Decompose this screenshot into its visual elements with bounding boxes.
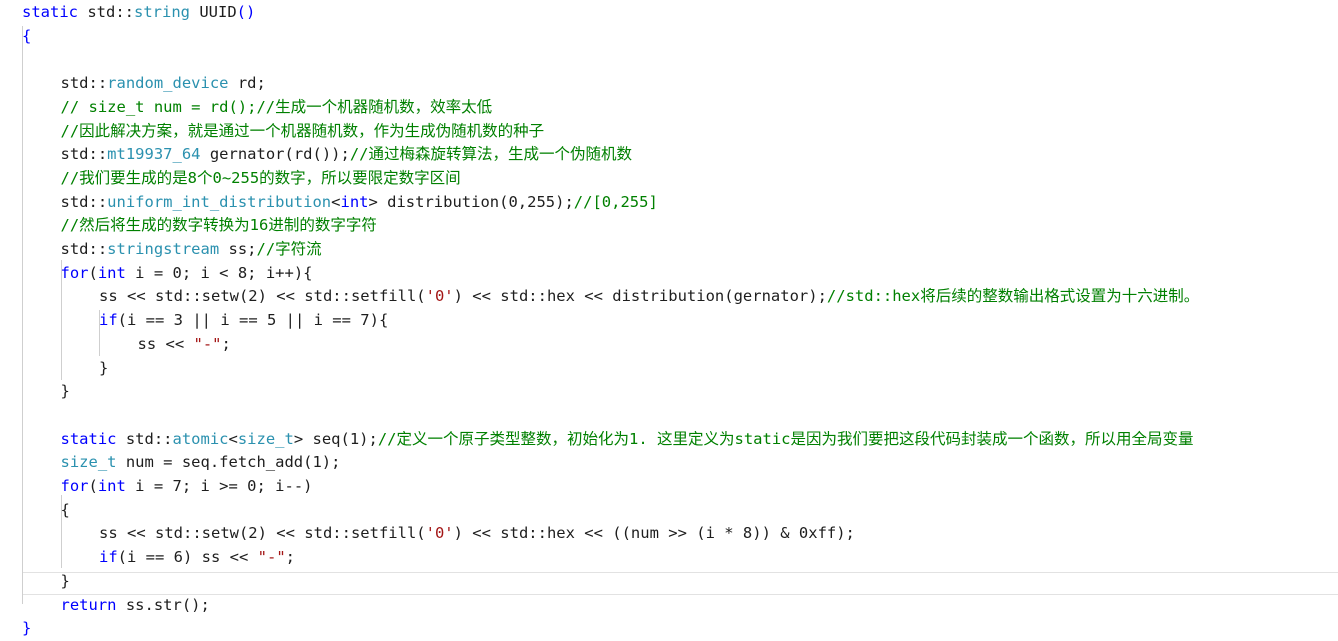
code-token: //std::hex将后续的整数输出格式设置为十六进制。: [826, 287, 1200, 306]
code-token: ;: [285, 548, 295, 567]
code-token: rd;: [228, 74, 266, 93]
code-token: (i == 3 || i == 5 || i == 7){: [117, 311, 389, 330]
code-token: i = 0; i < 8; i++){: [125, 263, 313, 282]
code-token: mt19937_64: [107, 145, 201, 164]
code-line[interactable]: if(i == 3 || i == 5 || i == 7){: [99, 309, 388, 333]
code-line[interactable]: ss << std::setw(2) << std::setfill('0') …: [99, 522, 855, 546]
code-token: std::: [60, 74, 108, 93]
code-token: ;: [221, 334, 231, 353]
code-line[interactable]: {: [61, 499, 70, 523]
code-token: size_t: [237, 429, 294, 448]
code-line[interactable]: //因此解决方案，就是通过一个机器随机数，作为生成伪随机数的种子: [61, 120, 545, 144]
code-line[interactable]: //然后将生成的数字转换为16进制的数字字符: [61, 214, 377, 238]
code-line[interactable]: // size_t num = rd();//生成一个机器随机数，效率太低: [61, 96, 493, 120]
code-token: std::: [60, 240, 108, 258]
code-token: size_t: [60, 453, 117, 472]
code-token: static: [22, 3, 78, 21]
code-line[interactable]: static std::string UUID(): [22, 1, 255, 25]
code-token: string: [134, 3, 190, 21]
code-token: //[0,255]: [573, 192, 658, 211]
code-token: std::: [60, 192, 108, 211]
code-token: //我们要生成的是8个0~255的数字，所以要限定数字区间: [60, 168, 461, 187]
code-token: '0': [425, 287, 454, 306]
code-token: for: [60, 477, 89, 495]
code-line[interactable]: std::mt19937_64 gernator(rd());//通过梅森旋转算…: [61, 143, 632, 167]
code-token: {: [60, 500, 70, 519]
code-token: ss;: [219, 240, 257, 258]
code-line[interactable]: size_t num = seq.fetch_add(1);: [61, 451, 341, 475]
code-token: // size_t num = rd();//生成一个机器随机数，效率太低: [60, 97, 493, 116]
code-token: if: [99, 548, 118, 567]
code-line[interactable]: std::uniform_int_distribution<int> distr…: [61, 191, 658, 215]
code-token: //然后将生成的数字转换为16进制的数字字符: [60, 216, 377, 235]
code-line[interactable]: for(int i = 7; i >= 0; i--): [61, 475, 313, 499]
code-token: (: [88, 263, 98, 282]
current-line-highlight: [22, 572, 1338, 595]
code-line[interactable]: std::random_device rd;: [61, 72, 266, 96]
code-token: ss <<: [137, 334, 194, 353]
code-token: std::: [116, 429, 173, 448]
code-token: //字符流: [256, 240, 322, 258]
code-line[interactable]: }: [22, 617, 31, 641]
code-token: int: [340, 192, 369, 211]
code-line[interactable]: if(i == 6) ss << "-";: [99, 546, 295, 570]
code-token: std::: [78, 3, 134, 21]
code-token: atomic: [172, 429, 229, 448]
code-token: //定义一个原子类型整数，初始化为1. 这里定义为static是因为我们要把这段…: [377, 429, 1194, 448]
code-token: //因此解决方案，就是通过一个机器随机数，作为生成伪随机数的种子: [60, 121, 545, 140]
code-token: //通过梅森旋转算法，生成一个伪随机数: [349, 145, 632, 164]
code-line[interactable]: std::stringstream ss;//字符流: [61, 238, 322, 262]
code-token: num = seq.fetch_add(1);: [116, 453, 341, 472]
code-token: i = 7; i >= 0; i--): [125, 477, 313, 495]
code-token: (: [88, 477, 98, 495]
code-token: static: [60, 429, 117, 448]
code-token: ss.str();: [116, 595, 210, 614]
code-token: UUID: [190, 3, 237, 21]
code-token: gernator(rd());: [200, 145, 350, 164]
code-line[interactable]: ss << std::setw(2) << std::setfill('0') …: [99, 285, 1199, 309]
code-token: '0': [425, 524, 454, 543]
code-line[interactable]: static std::atomic<size_t> seq(1);//定义一个…: [61, 428, 1194, 452]
code-token: (): [236, 3, 256, 21]
code-token: uniform_int_distribution: [107, 192, 332, 211]
code-token: }: [60, 571, 70, 590]
code-token: (i == 6) ss <<: [117, 548, 258, 567]
code-line[interactable]: }: [61, 380, 70, 404]
code-token: stringstream: [107, 240, 220, 258]
code-token: int: [97, 477, 126, 495]
code-token: std::: [60, 145, 108, 164]
code-token: }: [22, 619, 32, 638]
code-token: ss << std::setw(2) << std::setfill(: [99, 524, 426, 543]
code-line[interactable]: //我们要生成的是8个0~255的数字，所以要限定数字区间: [61, 167, 461, 191]
code-token: ss << std::setw(2) << std::setfill(: [99, 287, 426, 306]
code-token: return: [60, 595, 117, 614]
code-token: <: [228, 429, 238, 448]
code-token: ) << std::hex << ((num >> (i * 8)) & 0xf…: [453, 524, 855, 543]
indent-guide-line: [22, 26, 23, 604]
code-line[interactable]: {: [22, 25, 31, 49]
code-token: "-": [193, 334, 222, 353]
code-token: > distribution(0,255);: [368, 192, 574, 211]
code-editor[interactable]: static std::string UUID(){std::random_de…: [0, 0, 1338, 637]
code-token: random_device: [107, 74, 229, 93]
code-token: ) << std::hex << distribution(gernator);: [453, 287, 827, 306]
code-token: for: [60, 263, 89, 282]
code-token: > seq(1);: [293, 429, 378, 448]
code-line[interactable]: ss << "-";: [138, 333, 231, 357]
code-line[interactable]: return ss.str();: [61, 594, 210, 618]
code-token: {: [22, 26, 32, 45]
code-token: }: [60, 382, 70, 401]
code-token: int: [97, 263, 126, 282]
code-token: }: [99, 358, 109, 377]
code-line[interactable]: }: [99, 357, 108, 381]
code-token: "-": [257, 548, 286, 567]
code-line[interactable]: for(int i = 0; i < 8; i++){: [61, 262, 313, 286]
code-line[interactable]: }: [61, 570, 70, 594]
code-token: if: [99, 311, 118, 330]
